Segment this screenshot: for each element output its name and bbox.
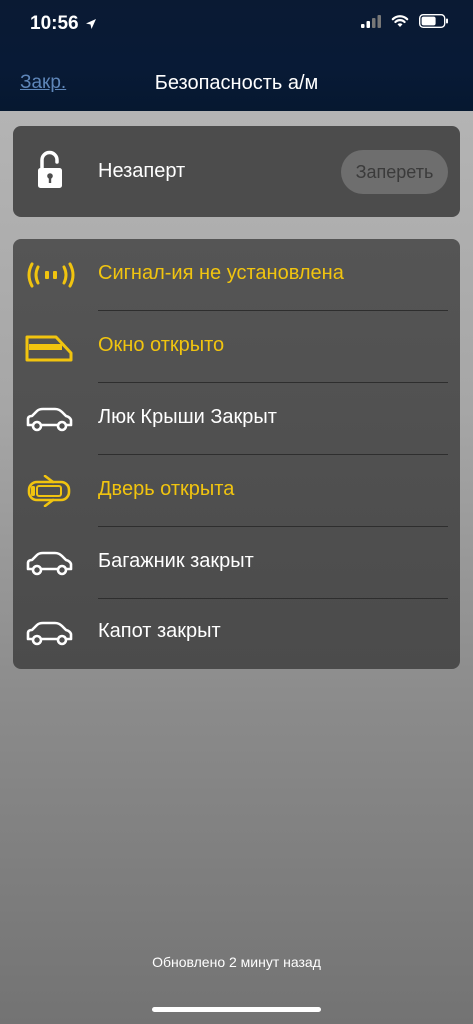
car-icon: [26, 551, 73, 576]
status-time-text: 10:56: [30, 13, 79, 34]
home-indicator[interactable]: [152, 1007, 321, 1012]
location-arrow-icon: [85, 19, 96, 29]
door-open-icon: [27, 475, 71, 507]
list-item-label: Окно открыто: [98, 334, 225, 356]
list-item: Люк Крыши Закрыт: [13, 383, 460, 455]
wifi-icon: [391, 15, 409, 27]
window-open-icon: [25, 335, 73, 362]
list-item-label: Капот закрыт: [98, 620, 221, 642]
signal-waves-icon: [27, 262, 75, 288]
lock-state-label: Незаперт: [98, 160, 186, 182]
last-updated-text: Обновлено 2 минут назад: [152, 954, 321, 970]
status-clock: 10:56: [30, 13, 97, 35]
list-item: Дверь открыта: [13, 455, 460, 527]
list-item: Сигнал-ия не установлена: [13, 239, 460, 311]
car-icon: [26, 621, 73, 646]
list-item-label: Люк Крыши Закрыт: [98, 406, 277, 428]
battery-icon: [419, 14, 448, 28]
list-item: Капот закрыт: [13, 597, 460, 669]
page-title: Безопасность а/м: [154, 72, 319, 94]
lock-status-card: Незаперт Запереть: [13, 126, 460, 217]
lock-button[interactable]: Запереть: [341, 150, 448, 194]
list-item-label: Сигнал-ия не установлена: [98, 262, 344, 284]
unlocked-padlock-icon: [38, 150, 62, 188]
cellular-signal-icon: [361, 15, 381, 28]
list-item: Окно открыто: [13, 311, 460, 383]
status-indicators: [361, 14, 449, 28]
list-item: Багажник закрыт: [13, 527, 460, 599]
car-icon: [26, 407, 73, 432]
list-item-label: Дверь открыта: [98, 478, 235, 500]
status-list-card: Сигнал-ия не установлена Окно открыто Лю…: [13, 239, 460, 669]
list-item-label: Багажник закрыт: [98, 550, 254, 572]
top-bar: 10:56 Закр. Безопасность а/м: [0, 0, 473, 111]
